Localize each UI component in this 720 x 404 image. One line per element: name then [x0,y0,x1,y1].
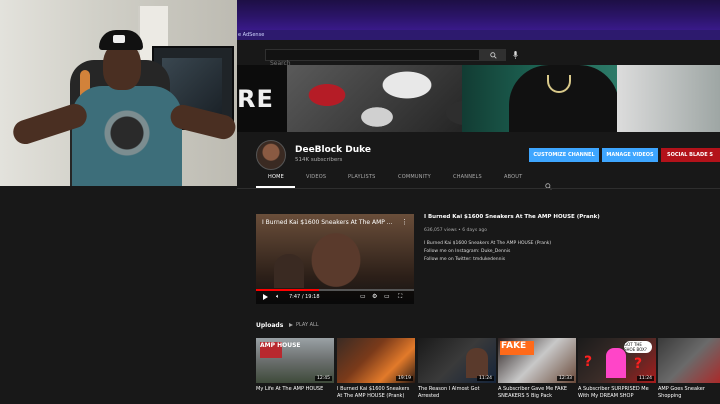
channel-banner: RE [237,65,720,132]
video-duration: 12:45 [315,376,332,381]
banner-right-panel [617,65,720,132]
featured-video-title[interactable]: I Burned Kai $1600 Sneakers At The AMP H… [424,214,600,220]
video-title[interactable]: AMP Goes Sneaker Shopping [658,386,720,402]
video-thumbnail[interactable]: FAKE 12:33 [498,338,576,383]
play-all-label: PLAY ALL [296,322,319,328]
thumbnail-badge: FAKE [501,341,527,351]
channel-search-button[interactable] [545,175,552,194]
video-duration: 12:33 [557,376,574,381]
mic-button[interactable] [510,49,520,61]
video-thumbnail[interactable]: AMP HOUSE 12:45 [256,338,334,383]
video-thumbnail[interactable]: ? ? GOT THE SHOE BOX? 11:24 [578,338,656,383]
fullscreen-icon[interactable]: ⛶ [398,293,402,301]
manage-videos-button[interactable]: MANAGE VIDEOS [602,148,658,162]
featured-desc-line: Follow me on Twitter: tmdukedennis [424,257,506,262]
thumbnail-badge: AMP HOUSE [260,342,301,349]
adsense-link[interactable]: e AdSense [238,32,264,38]
uploads-heading: Uploads [256,322,284,329]
player-person [274,254,304,288]
uploads-row: AMP HOUSE 12:45 My Life At The AMP HOUSE… [256,338,720,404]
video-title[interactable]: My Life At The AMP HOUSE [256,386,334,402]
channel-tabs: HOME VIDEOS PLAYLISTS COMMUNITY CHANNELS… [256,174,720,188]
tab-channels[interactable]: CHANNELS [453,174,482,180]
webcam-shirt-print [100,100,154,160]
play-icon[interactable] [263,294,268,300]
player-controls: 🔈︎ 7:47 / 19:18 ▭ ⚙︎ ▭ ⛶ [256,291,414,304]
webcam-cap [99,30,143,50]
top-bar [237,0,720,31]
search-box[interactable] [265,49,480,69]
play-icon [289,323,293,327]
featured-desc-line: Follow me on Instagram: Duke_Dennis [424,249,511,254]
mic-icon [512,51,518,59]
social-blade-button[interactable]: SOCIAL BLADE S [661,148,720,162]
video-title[interactable]: A Subscriber SURPRISED Me With My DREAM … [578,386,656,402]
search-button[interactable] [480,49,506,61]
player-time: 7:47 / 19:18 [289,294,320,300]
adsense-strip [237,30,720,40]
more-vert-icon[interactable]: ⋮ [401,218,408,226]
tab-about[interactable]: ABOUT [504,174,522,180]
tab-videos[interactable]: VIDEOS [306,174,326,180]
video-thumbnail[interactable]: 11:24 [418,338,496,383]
video-duration: 11:24 [477,376,494,381]
tab-community[interactable]: COMMUNITY [398,174,431,180]
tab-home[interactable]: HOME [268,174,284,180]
subtitles-icon[interactable]: ▭ [360,293,366,300]
featured-desc-line: I Burned Kai $1600 Sneakers At The AMP H… [424,241,552,246]
cast-icon[interactable]: ▭ [384,293,390,300]
thumbnail-bubble: GOT THE SHOE BOX? [624,341,652,353]
player-title[interactable]: I Burned Kai $1600 Sneakers At The AMP .… [262,219,393,226]
question-mark-graphic: ? [634,356,643,372]
featured-video-player[interactable]: I Burned Kai $1600 Sneakers At The AMP .… [256,214,414,304]
banner-letters: RE [237,85,274,113]
tab-playlists[interactable]: PLAYLISTS [348,174,375,180]
subscriber-count: 514K subscribers [295,157,343,163]
question-mark-graphic: ? [584,354,593,370]
channel-name: DeeBlock Duke [295,145,371,155]
channel-avatar[interactable] [256,140,286,170]
customize-channel-button[interactable]: CUSTOMIZE CHANNEL [529,148,599,162]
video-title[interactable]: I Burned Kai $1600 Sneakers At The AMP H… [337,386,415,402]
video-title[interactable]: The Reason I Almost Got Arrested [418,386,496,402]
video-thumbnail[interactable] [658,338,720,383]
play-all-button[interactable]: PLAY ALL [289,322,319,328]
video-thumbnail[interactable]: 19:19 [337,338,415,383]
video-duration: 19:19 [396,376,413,381]
search-icon [489,51,497,59]
settings-icon[interactable]: ⚙︎ [372,293,377,300]
featured-video-meta: 636,057 views • 6 days ago [424,228,487,233]
banner-left-panel: RE [237,65,287,132]
tabs-divider [237,188,720,189]
volume-icon[interactable]: 🔈︎ [276,293,280,301]
video-duration: 11:24 [637,376,654,381]
webcam-overlay [0,0,237,186]
video-title[interactable]: A Subscriber Gave Me FAKE SNEAKERS 5 Big… [498,386,576,402]
